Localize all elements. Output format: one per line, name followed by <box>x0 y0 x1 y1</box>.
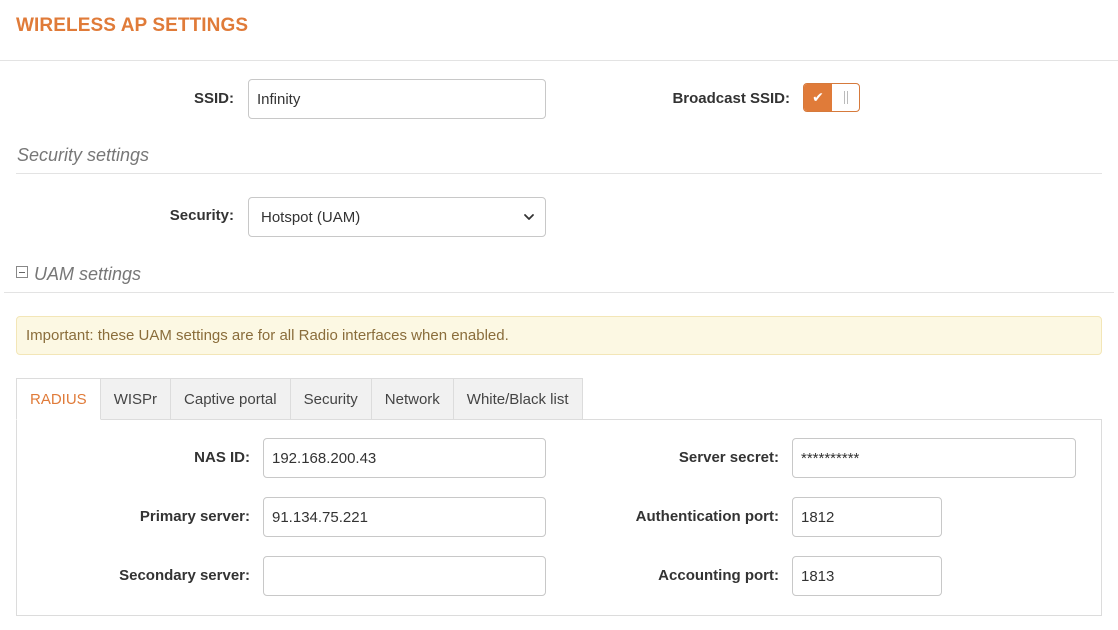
uam-alert: Important: these UAM settings are for al… <box>16 316 1102 355</box>
chevron-down-icon <box>524 214 534 220</box>
ssid-label: SSID: <box>193 90 234 107</box>
ssid-input[interactable]: Infinity <box>248 79 546 119</box>
security-settings-heading: Security settings <box>17 145 150 165</box>
secondary-server-input[interactable] <box>263 556 546 596</box>
check-icon: ✔ <box>804 84 832 111</box>
uam-tabs: RADIUS WISPr Captive portal Security Net… <box>16 378 583 420</box>
nas-id-label: NAS ID: <box>194 449 250 466</box>
primary-server-input[interactable]: 91.134.75.221 <box>263 497 546 537</box>
primary-server-label: Primary server: <box>139 508 250 525</box>
security-select[interactable]: Hotspot (UAM) <box>248 197 546 237</box>
nas-id-input[interactable]: 192.168.200.43 <box>263 438 546 478</box>
tab-wispr[interactable]: WISPr <box>100 378 172 420</box>
tab-network[interactable]: Network <box>371 378 454 420</box>
server-secret-label: Server secret: <box>678 449 779 466</box>
secondary-server-label: Secondary server: <box>119 567 250 584</box>
page-title: WIRELESS AP SETTINGS <box>16 15 249 36</box>
security-selected-value: Hotspot (UAM) <box>261 208 361 226</box>
tab-security[interactable]: Security <box>290 378 372 420</box>
uam-divider <box>4 292 1114 293</box>
tab-captive-portal[interactable]: Captive portal <box>171 378 291 420</box>
uam-alert-text: Important: these UAM settings are for al… <box>26 327 509 344</box>
tab-white-black-list[interactable]: White/Black list <box>453 378 583 420</box>
security-divider <box>16 173 1102 174</box>
header-divider <box>0 60 1118 61</box>
uam-settings-heading[interactable]: UAM settings <box>34 264 141 285</box>
tab-radius[interactable]: RADIUS <box>16 378 101 420</box>
security-label: Security: <box>169 207 234 224</box>
toggle-handle[interactable] <box>832 84 859 111</box>
broadcast-ssid-label: Broadcast SSID: <box>672 90 790 107</box>
acct-port-input[interactable]: 1813 <box>792 556 942 596</box>
auth-port-input[interactable]: 1812 <box>792 497 942 537</box>
acct-port-label: Accounting port: <box>658 567 779 584</box>
auth-port-label: Authentication port: <box>635 508 779 525</box>
broadcast-ssid-toggle[interactable]: ✔ <box>803 83 860 112</box>
minus-square-icon[interactable] <box>16 266 28 278</box>
server-secret-input[interactable]: ********** <box>792 438 1076 478</box>
